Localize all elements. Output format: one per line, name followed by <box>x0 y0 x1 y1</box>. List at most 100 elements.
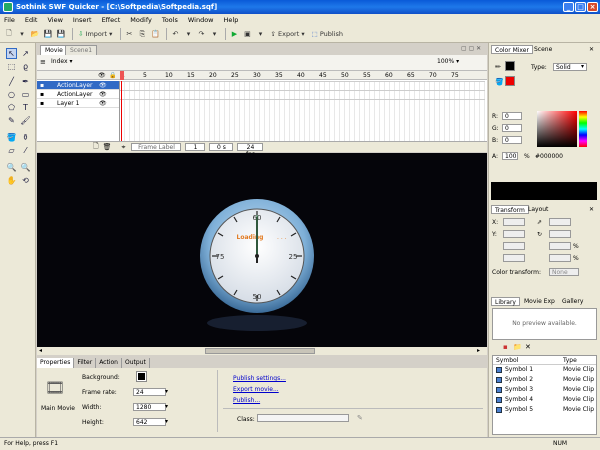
tab-layout[interactable]: Layout <box>525 205 551 214</box>
tab-library[interactable]: Library <box>491 297 520 306</box>
polygon-icon[interactable]: ⬠ <box>6 102 17 113</box>
visible-icon[interactable]: 👁 <box>99 99 107 108</box>
b-input[interactable]: 0 <box>502 136 522 144</box>
tab-output[interactable]: Output <box>122 358 150 368</box>
tab-gallery[interactable]: Gallery <box>559 297 586 306</box>
lasso-icon[interactable]: ϱ <box>20 61 31 72</box>
zoom-in-icon[interactable]: 🔍 <box>6 162 17 173</box>
stage[interactable]: 60 25 50 75 Loading . . . <box>37 153 487 347</box>
stroke-color-swatch[interactable] <box>505 61 515 71</box>
tab-transform[interactable]: Transform <box>491 205 529 214</box>
width-input[interactable]: 1280 <box>133 403 166 411</box>
transform-icon[interactable]: ⬚ <box>6 61 17 72</box>
playhead[interactable] <box>121 81 122 141</box>
test-movie-icon[interactable]: ▣ <box>242 28 252 41</box>
type-dropdown-icon[interactable]: ▾ <box>581 63 584 70</box>
menu-help[interactable]: Help <box>224 16 239 24</box>
tab-action[interactable]: Action <box>96 358 122 368</box>
line-icon[interactable]: ╱ <box>6 76 17 87</box>
pen-icon[interactable]: ✒ <box>20 76 31 87</box>
new-file-icon[interactable]: 🗋 <box>4 28 14 41</box>
maximize-button[interactable]: □ <box>575 2 586 12</box>
library-row[interactable]: Symbol 1 Movie Clip <box>493 365 596 375</box>
panel-close-icon[interactable]: ✕ <box>589 46 594 53</box>
scale-w-input[interactable] <box>549 242 571 250</box>
import-button[interactable]: ⇩ Import ▾ <box>76 28 114 41</box>
layer-row[interactable]: ▪ Layer 1 👁 <box>37 99 119 108</box>
brush-icon[interactable]: 🖌 <box>20 115 31 126</box>
rectangle-icon[interactable]: ▭ <box>20 89 31 100</box>
library-row[interactable]: Symbol 5 Movie Clip <box>493 405 596 415</box>
fill-color-swatch[interactable] <box>505 76 515 86</box>
scale-h-input[interactable] <box>549 254 571 262</box>
delete-layer-icon[interactable]: 🗑 <box>103 143 112 151</box>
visible-icon[interactable]: 👁 <box>99 90 107 99</box>
col-type[interactable]: Type <box>563 356 577 365</box>
export-button[interactable]: ⇪ Export ▾ <box>268 28 306 41</box>
edit-class-icon[interactable]: ✎ <box>357 414 363 422</box>
frame-rate-input[interactable]: 24 <box>133 388 166 396</box>
menu-view[interactable]: View <box>47 16 62 24</box>
visible-icon[interactable]: 👁 <box>99 81 107 90</box>
menu-insert[interactable]: Insert <box>73 16 92 24</box>
tab-scene1[interactable]: Scene1 <box>65 45 98 55</box>
eyedropper-icon[interactable]: ⁄ <box>20 145 31 156</box>
test-dropdown-icon[interactable]: ▾ <box>255 28 265 41</box>
add-layer-icon[interactable]: 🗋 <box>93 142 99 153</box>
publish-link[interactable]: Publish... <box>233 397 260 404</box>
tab-filter[interactable]: Filter <box>74 358 97 368</box>
stroke-pencil-icon[interactable]: ✏ <box>495 63 501 71</box>
menu-edit[interactable]: Edit <box>25 16 38 24</box>
tab-movie[interactable]: Movie <box>40 45 68 55</box>
hand-icon[interactable]: ✋ <box>6 175 17 186</box>
menu-window[interactable]: Window <box>188 16 214 24</box>
frame-label-field[interactable]: Frame Label <box>131 143 182 151</box>
close-button[interactable]: × <box>587 2 598 12</box>
tab-scene[interactable]: Scene <box>531 45 555 54</box>
dropdown-arrow-icon[interactable]: ▾ <box>17 28 27 41</box>
open-folder-icon[interactable]: 📂 <box>30 28 40 41</box>
undo-dropdown-icon[interactable]: ▾ <box>183 28 193 41</box>
subselect-icon[interactable]: ↗ <box>20 48 31 59</box>
ink-bottle-icon[interactable]: ⚱ <box>20 132 31 143</box>
scroll-left-icon[interactable]: ◂ <box>39 347 42 354</box>
export-movie-link[interactable]: Export movie... <box>233 386 279 393</box>
tab-color-mixer[interactable]: Color Mixer <box>491 45 533 54</box>
layer-row[interactable]: ▪ ActionLayer 👁 <box>37 90 119 99</box>
new-symbol-icon[interactable]: ▪ <box>503 343 508 351</box>
playhead-marker[interactable] <box>120 71 124 80</box>
frame-grid[interactable] <box>120 71 485 141</box>
fill-bucket-icon[interactable]: 🪣 <box>495 78 504 86</box>
save-icon[interactable]: 💾 <box>43 28 53 41</box>
menu-tools[interactable]: Tools <box>162 16 178 24</box>
redo-dropdown-icon[interactable]: ▾ <box>209 28 219 41</box>
library-row[interactable]: Symbol 4 Movie Clip <box>493 395 596 405</box>
r-input[interactable]: 0 <box>502 112 522 120</box>
background-color-swatch[interactable] <box>136 371 147 382</box>
scroll-thumb[interactable] <box>205 348 315 354</box>
publish-settings-link[interactable]: Publish settings... <box>233 375 286 382</box>
pencil-icon[interactable]: ✎ <box>6 115 17 126</box>
height-transform-input[interactable] <box>503 254 525 262</box>
eraser-icon[interactable]: ▱ <box>6 145 17 156</box>
library-row[interactable]: Symbol 3 Movie Clip <box>493 385 596 395</box>
copy-icon[interactable]: ⎘ <box>137 28 147 41</box>
library-row[interactable]: Symbol 2 Movie Clip <box>493 375 596 385</box>
color-transform-select[interactable]: None <box>549 268 579 276</box>
class-input[interactable] <box>257 414 349 422</box>
skew-v-input[interactable] <box>549 230 571 238</box>
delete-symbol-icon[interactable]: ✕ <box>525 343 531 351</box>
scroll-right-icon[interactable]: ▸ <box>477 347 480 354</box>
tab-properties[interactable]: Properties <box>37 358 75 368</box>
zoom-out-icon[interactable]: 🔍 <box>20 162 31 173</box>
layer-row[interactable]: ▪ ActionLayer 👁 <box>37 81 119 90</box>
col-symbol[interactable]: Symbol <box>496 356 518 365</box>
width-spinner-icon[interactable]: ▾ <box>165 403 168 410</box>
height-spinner-icon[interactable]: ▾ <box>165 418 168 425</box>
x-input[interactable] <box>503 218 525 226</box>
zoom-dropdown[interactable]: 100% ▾ <box>437 58 459 65</box>
publish-button[interactable]: ⬚ Publish <box>310 28 345 41</box>
panel-close-icons[interactable]: ▢ ▢ ✕ <box>461 45 481 52</box>
text-icon[interactable]: T <box>20 102 31 113</box>
menu-file[interactable]: File <box>4 16 15 24</box>
